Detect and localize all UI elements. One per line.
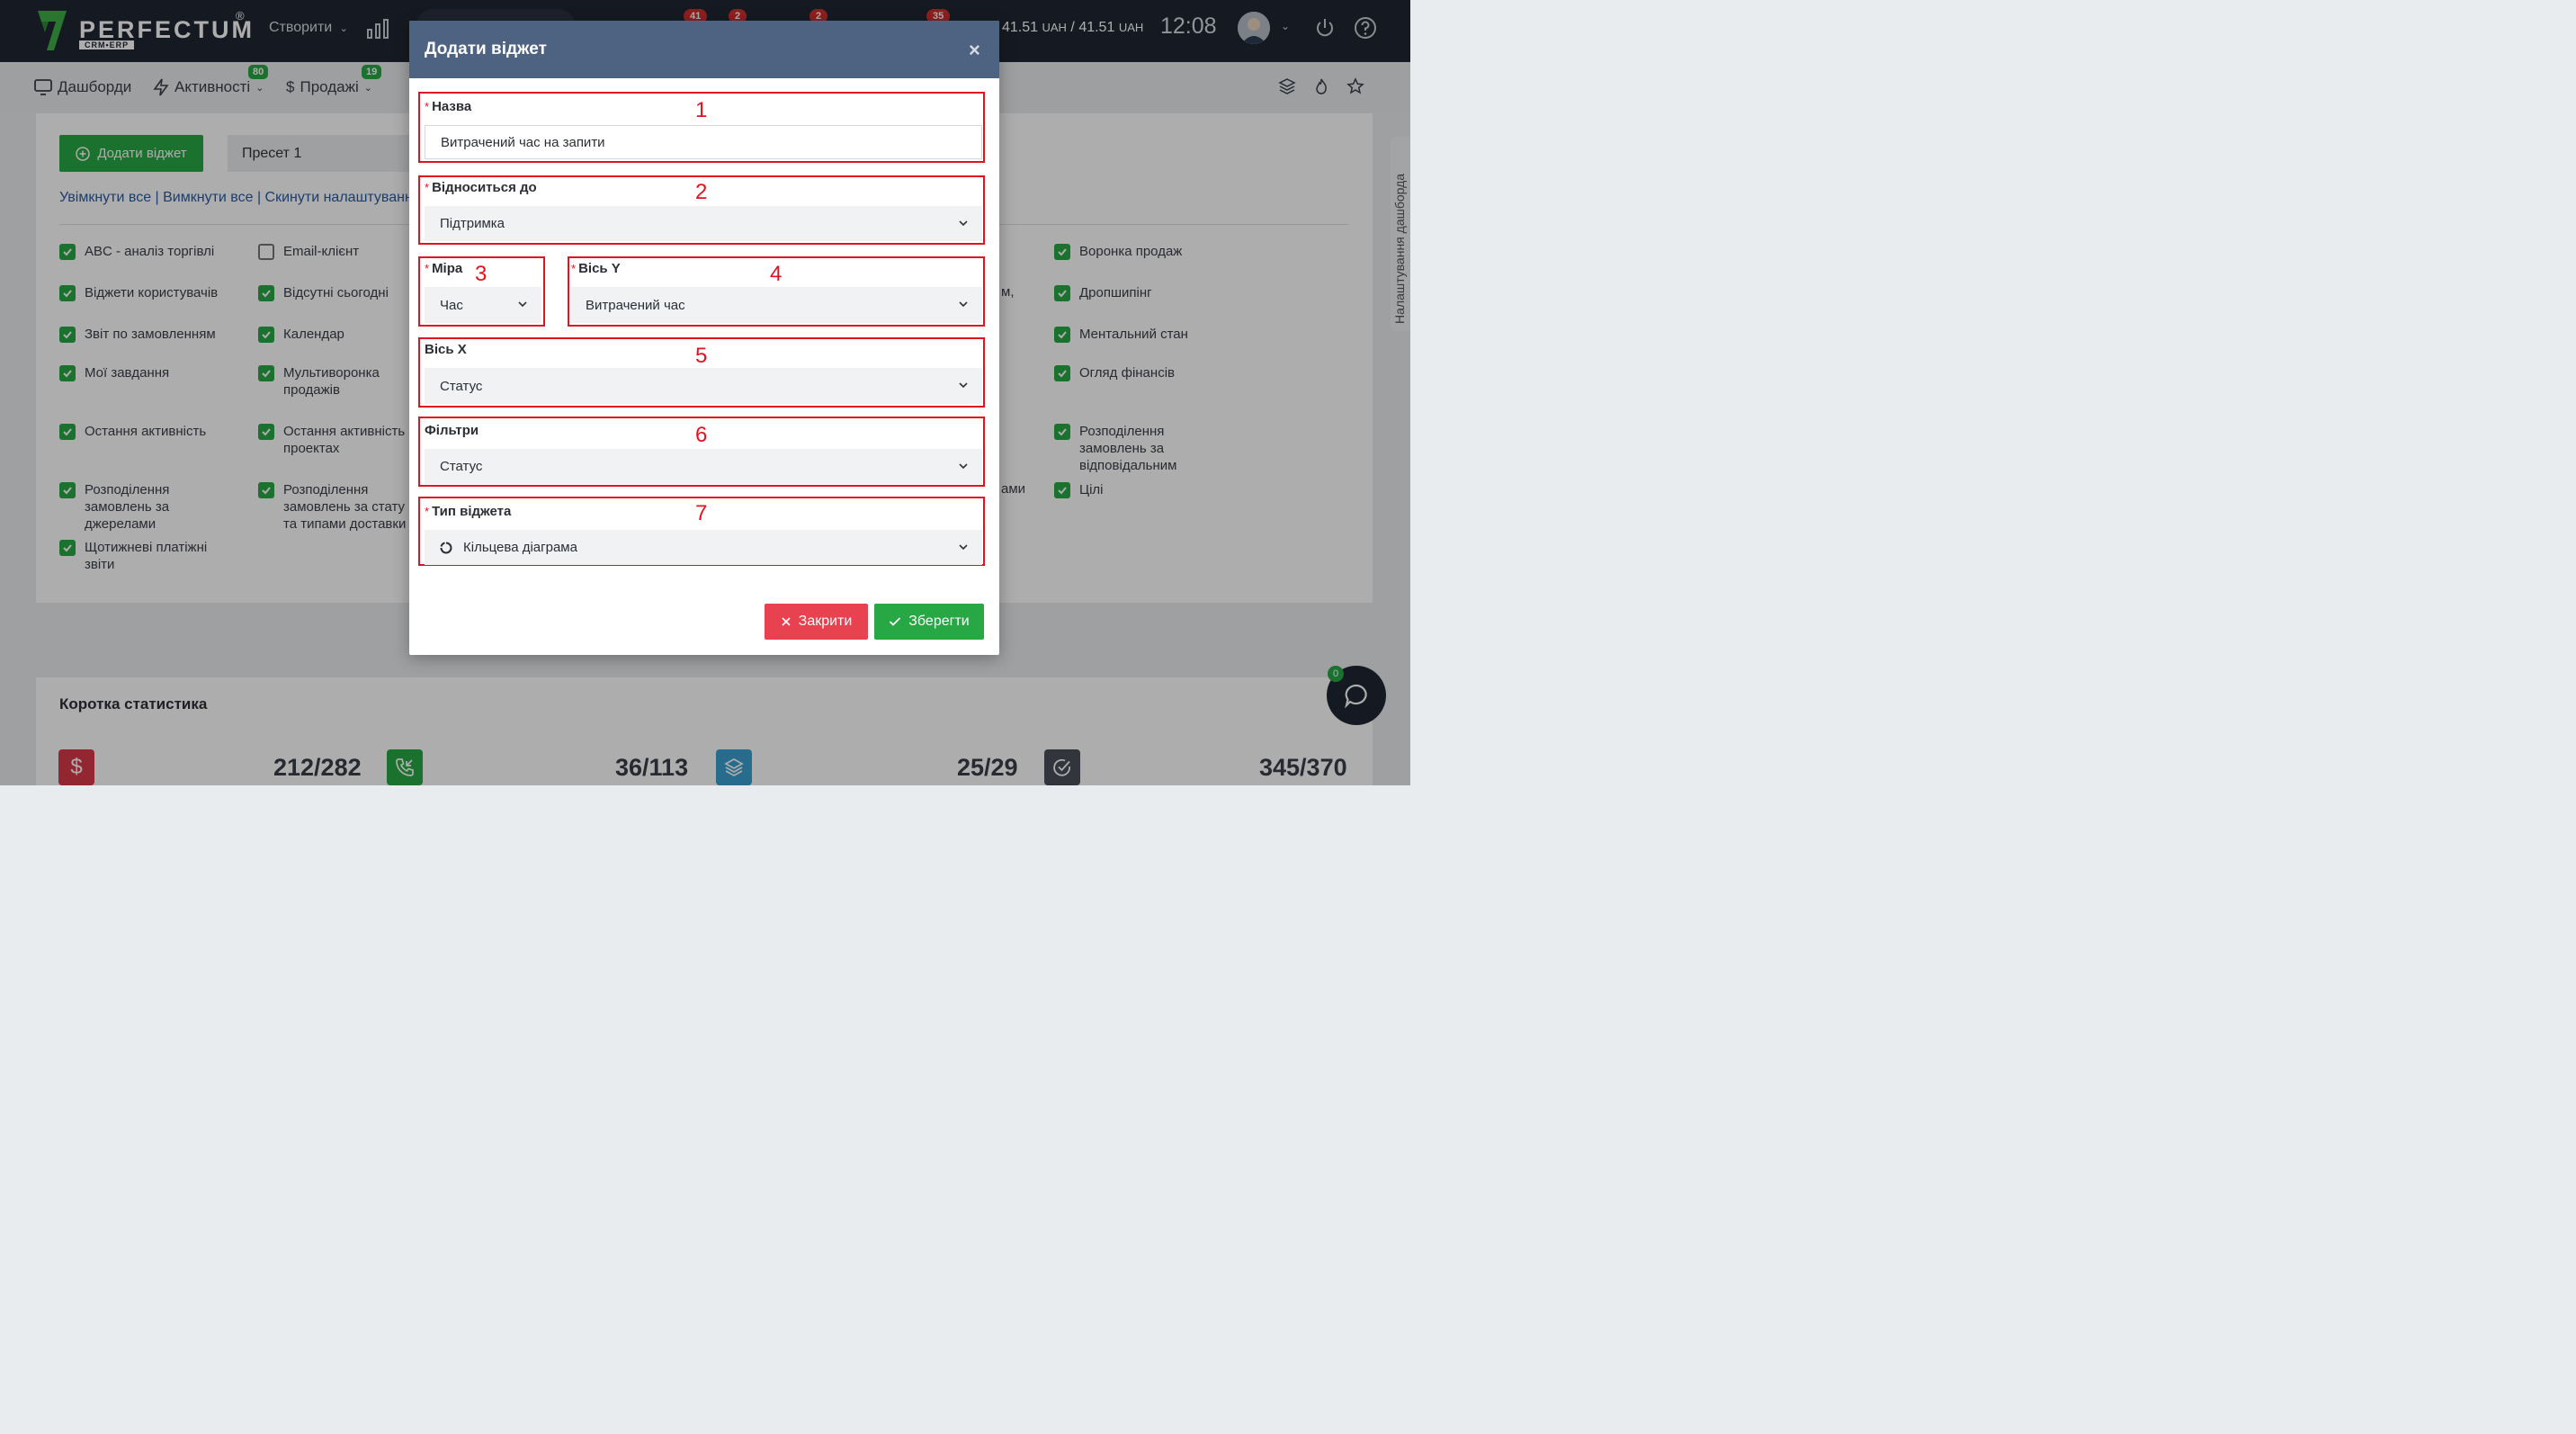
- close-button[interactable]: Закрити: [765, 604, 868, 640]
- filters-label: Фільтри: [425, 423, 479, 438]
- widget-type-select-value: Кільцева діаграма: [463, 540, 577, 555]
- donut-chart-icon: [440, 542, 452, 553]
- chevron-down-icon: [518, 301, 527, 308]
- modal-header: Додати віджет ×: [409, 21, 999, 78]
- chevron-down-icon: [959, 382, 968, 389]
- field-number: 6: [695, 423, 708, 447]
- measure-select[interactable]: Час: [425, 287, 541, 323]
- axis-x-label: Вісь X: [425, 342, 467, 357]
- axis-x-select[interactable]: Статус: [425, 368, 982, 404]
- close-button-label: Закрити: [798, 614, 853, 629]
- name-input[interactable]: Витрачений час на запити: [425, 125, 982, 159]
- axis-y-select[interactable]: Витрачений час: [570, 287, 982, 323]
- name-input-value: Витрачений час на запити: [441, 134, 605, 150]
- measure-select-value: Час: [440, 297, 463, 313]
- relates-label: * Відноситься до: [425, 180, 537, 195]
- chevron-down-icon: [959, 220, 968, 226]
- close-icon[interactable]: ×: [969, 39, 980, 62]
- widget-type-select[interactable]: Кільцева діаграма: [425, 530, 982, 565]
- filters-select[interactable]: Статус: [425, 449, 982, 484]
- widget-type-label: * Тип віджета: [425, 504, 512, 519]
- field-number: 5: [695, 344, 708, 368]
- axis-y-select-value: Витрачений час: [586, 297, 685, 313]
- check-icon: [890, 617, 901, 626]
- measure-label: * Міра: [425, 261, 463, 276]
- field-number: 1: [695, 98, 708, 122]
- relates-select[interactable]: Підтримка: [425, 206, 982, 241]
- modal-title: Додати віджет: [425, 40, 547, 58]
- field-number: 4: [770, 262, 783, 286]
- chevron-down-icon: [959, 462, 968, 469]
- name-label: * Назва: [425, 99, 472, 114]
- axis-x-select-value: Статус: [440, 378, 483, 394]
- chevron-down-icon: [959, 543, 968, 550]
- page: PERFECTUM ® CRM•ERP Створити ⌄ 41 2 2 35…: [0, 0, 1410, 785]
- field-number: 3: [475, 262, 487, 286]
- close-icon: [782, 617, 791, 626]
- field-number: 7: [695, 501, 708, 525]
- field-number: 2: [695, 180, 708, 204]
- axis-y-label: * Вісь Y: [571, 261, 621, 276]
- chevron-down-icon: [959, 301, 968, 308]
- relates-select-value: Підтримка: [440, 216, 505, 231]
- save-button-label: Зберегти: [908, 614, 970, 629]
- save-button[interactable]: Зберегти: [874, 604, 984, 640]
- filters-select-value: Статус: [440, 459, 483, 474]
